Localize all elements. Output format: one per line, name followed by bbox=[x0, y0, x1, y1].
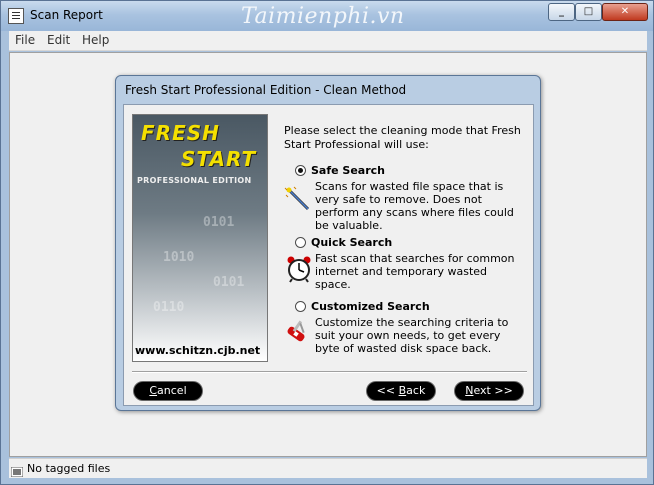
customized-search-description: Customize the searching criteria to suit… bbox=[315, 316, 509, 355]
scan-report-window: Scan Report Taimienphi.vn _ □ ✕ File Edi… bbox=[0, 0, 654, 485]
swiss-knife-icon bbox=[287, 320, 305, 342]
customized-search-radio[interactable] bbox=[295, 301, 306, 312]
menu-bar: File Edit Help bbox=[9, 31, 647, 51]
menu-file[interactable]: File bbox=[15, 33, 35, 47]
window-title: Scan Report bbox=[30, 8, 103, 22]
prompt-text: Please select the cleaning mode that Fre… bbox=[284, 124, 521, 151]
dialog-title: Fresh Start Professional Edition - Clean… bbox=[125, 83, 407, 97]
cancel-button[interactable]: Cancel bbox=[133, 381, 203, 401]
next-button[interactable]: Next >> bbox=[454, 381, 524, 401]
dialog-body: 0101 1010 0101 0110 FRESH START PROFESSI… bbox=[123, 104, 534, 406]
magic-wand-icon bbox=[284, 186, 310, 211]
banner-start: START bbox=[181, 147, 257, 171]
banner-edition: PROFESSIONAL EDITION bbox=[137, 176, 252, 185]
cancel-accesskey: C bbox=[149, 384, 158, 397]
minimize-button[interactable]: _ bbox=[548, 3, 575, 21]
safe-search-description: Scans for wasted file space that is very… bbox=[315, 180, 514, 232]
safe-search-radio[interactable] bbox=[295, 165, 306, 176]
report-icon bbox=[8, 8, 24, 24]
next-label: ext >> bbox=[473, 384, 513, 397]
quick-search-radio[interactable] bbox=[295, 237, 306, 248]
menu-help[interactable]: Help bbox=[82, 33, 109, 47]
alarm-clock-icon bbox=[287, 256, 311, 283]
divider bbox=[132, 371, 527, 373]
title-bar[interactable]: Scan Report Taimienphi.vn _ □ ✕ bbox=[1, 1, 653, 31]
quick-search-description: Fast scan that searches for common inter… bbox=[315, 252, 515, 291]
menu-edit[interactable]: Edit bbox=[47, 33, 70, 47]
maximize-button[interactable]: □ bbox=[575, 3, 602, 21]
cancel-label: ancel bbox=[157, 384, 187, 397]
back-arrows: << bbox=[376, 384, 399, 397]
watermark-logo: Taimienphi.vn bbox=[241, 4, 405, 29]
banner-url: www.schitzn.cjb.net bbox=[135, 344, 261, 357]
status-bar: No tagged files bbox=[9, 458, 647, 478]
quick-search-label[interactable]: Quick Search bbox=[311, 236, 392, 249]
customized-search-label[interactable]: Customized Search bbox=[311, 300, 430, 313]
back-label: ack bbox=[406, 384, 426, 397]
product-banner: 0101 1010 0101 0110 FRESH START PROFESSI… bbox=[132, 114, 268, 362]
safe-search-label[interactable]: Safe Search bbox=[311, 164, 385, 177]
close-button[interactable]: ✕ bbox=[602, 3, 648, 21]
back-button[interactable]: << Back bbox=[366, 381, 436, 401]
banner-fresh: FRESH bbox=[141, 121, 220, 145]
status-text: No tagged files bbox=[27, 462, 111, 475]
status-grip-icon bbox=[11, 467, 23, 477]
clean-method-dialog: Fresh Start Professional Edition - Clean… bbox=[115, 75, 541, 411]
